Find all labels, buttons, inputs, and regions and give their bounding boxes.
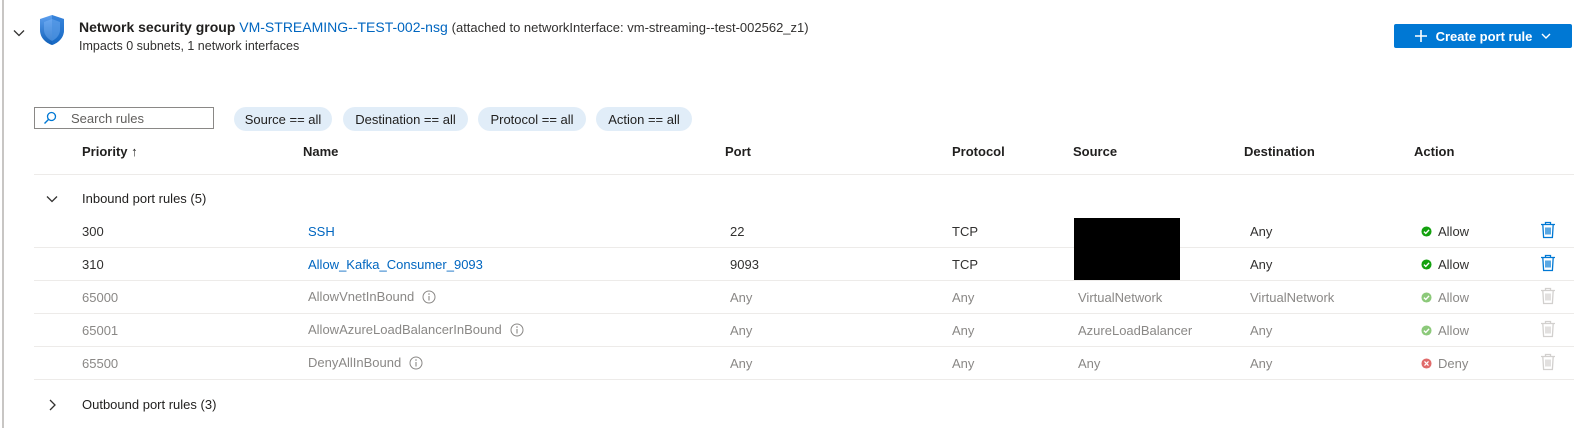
rule-protocol: TCP — [952, 224, 978, 239]
rule-action: Allow — [1421, 257, 1469, 272]
delete-trash-icon-disabled — [1541, 353, 1555, 371]
rule-destination: Any — [1250, 257, 1273, 272]
column-header-name[interactable]: Name — [303, 144, 338, 159]
rule-destination: Any — [1250, 323, 1273, 338]
rule-name-link[interactable]: SSH — [308, 224, 335, 239]
rule-name-label: AllowAzureLoadBalancerInBound — [308, 322, 502, 337]
rule-action-label: Allow — [1438, 290, 1470, 305]
rule-protocol: TCP — [952, 257, 978, 272]
rule-source: AzureLoadBalancer — [1078, 323, 1193, 338]
rule-destination: Any — [1250, 224, 1273, 239]
rule-source: VirtualNetwork — [1078, 290, 1163, 305]
column-header-protocol[interactable]: Protocol — [952, 144, 1005, 159]
rule-protocol: Any — [952, 356, 975, 371]
create-port-rule-button[interactable]: Create port rule — [1394, 24, 1572, 48]
filter-source-pill[interactable]: Source == all — [234, 107, 332, 131]
network-interface-link[interactable]: vm-streaming--test-002562_z1 — [627, 20, 804, 35]
rule-action: Deny — [1421, 356, 1468, 371]
outbound-group-header[interactable]: Outbound port rules (3) — [34, 393, 434, 417]
rule-port: Any — [730, 290, 753, 305]
delete-trash-icon-disabled — [1541, 287, 1555, 305]
table-row[interactable]: 310 Allow_Kafka_Consumer_9093 9093 TCP A… — [0, 248, 1594, 280]
rule-name: DenyAllInBound — [308, 355, 423, 370]
column-header-action[interactable]: Action — [1414, 144, 1454, 159]
rule-destination: Any — [1250, 356, 1273, 371]
nsg-attached-suffix: ) — [804, 20, 809, 35]
rule-name-label: DenyAllInBound — [308, 355, 402, 370]
rule-name-label: AllowVnetInBound — [308, 289, 415, 304]
rule-protocol: Any — [952, 323, 975, 338]
chevron-down-icon — [46, 196, 58, 203]
rule-action: Allow — [1421, 290, 1469, 305]
rule-destination: VirtualNetwork — [1250, 290, 1335, 305]
chevron-down-icon[interactable] — [12, 26, 26, 40]
nsg-name-link[interactable]: VM-STREAMING--TEST-002-nsg — [239, 19, 447, 35]
rule-priority: 65500 — [82, 356, 119, 371]
outbound-group-label: Outbound port rules (3) — [82, 397, 217, 412]
search-rules-input[interactable] — [71, 110, 191, 126]
rule-action-label: Deny — [1438, 356, 1469, 371]
rule-port: Any — [730, 356, 753, 371]
rule-name: AllowVnetInBound — [308, 289, 436, 304]
search-rules-box[interactable] — [34, 107, 214, 129]
rule-action-label: Allow — [1438, 323, 1470, 338]
allow-check-icon — [1421, 325, 1432, 336]
rule-name: AllowAzureLoadBalancerInBound — [308, 322, 524, 337]
column-header-source[interactable]: Source — [1073, 144, 1117, 159]
info-icon[interactable] — [409, 356, 423, 370]
rule-priority: 310 — [82, 257, 104, 272]
sort-ascending-icon: ↑ — [131, 144, 138, 159]
inbound-group-header[interactable]: Inbound port rules (5) — [34, 187, 434, 211]
rule-priority: 65001 — [82, 323, 119, 338]
info-icon[interactable] — [422, 290, 436, 304]
delete-trash-icon[interactable] — [1540, 221, 1556, 239]
column-header-priority[interactable]: Priority ↑ — [82, 144, 138, 159]
nsg-title: Network security group VM-STREAMING--TES… — [79, 19, 809, 35]
shield-icon — [40, 15, 64, 45]
delete-trash-icon[interactable] — [1540, 254, 1556, 272]
column-header-port[interactable]: Port — [725, 144, 751, 159]
priority-header-label: Priority — [82, 144, 128, 159]
rule-priority: 300 — [82, 224, 104, 239]
allow-check-icon — [1421, 292, 1432, 303]
rule-priority: 65000 — [82, 290, 119, 305]
filter-destination-pill[interactable]: Destination == all — [343, 107, 468, 131]
inbound-group-label: Inbound port rules (5) — [82, 191, 207, 206]
rule-port: 9093 — [730, 257, 759, 272]
rule-port: Any — [730, 323, 753, 338]
column-header-destination[interactable]: Destination — [1244, 144, 1315, 159]
chevron-down-icon — [1541, 33, 1551, 39]
allow-check-icon — [1421, 259, 1432, 270]
chevron-right-icon — [49, 399, 56, 411]
allow-check-icon — [1421, 226, 1432, 237]
rule-action: Allow — [1421, 323, 1469, 338]
row-divider — [34, 379, 1574, 380]
info-icon[interactable] — [510, 323, 524, 337]
delete-trash-icon-disabled — [1541, 320, 1555, 338]
rule-action: Allow — [1421, 224, 1469, 239]
rule-port: 22 — [730, 224, 745, 239]
table-row[interactable]: 65000 AllowVnetInBound Any Any VirtualNe… — [0, 281, 1594, 313]
table-row[interactable]: 65001 AllowAzureLoadBalancerInBound Any … — [0, 314, 1594, 346]
search-icon — [44, 111, 57, 124]
table-row[interactable]: 65500 DenyAllInBound Any Any Any Any Den… — [0, 347, 1594, 379]
header-divider — [34, 174, 1574, 175]
table-row[interactable]: 300 SSH 22 TCP Any Allow — [0, 215, 1594, 247]
rule-protocol: Any — [952, 290, 975, 305]
rule-name-link[interactable]: Allow_Kafka_Consumer_9093 — [308, 257, 483, 272]
nsg-attached-prefix: (attached to networkInterface: — [451, 20, 628, 35]
deny-x-icon — [1421, 358, 1432, 369]
rule-action-label: Allow — [1438, 257, 1470, 272]
redacted-source-block — [1074, 218, 1180, 280]
nsg-impacts: Impacts 0 subnets, 1 network interfaces — [79, 39, 300, 53]
plus-icon — [1414, 30, 1427, 42]
filter-protocol-pill[interactable]: Protocol == all — [478, 107, 586, 131]
create-port-rule-label: Create port rule — [1435, 28, 1533, 44]
rule-action-label: Allow — [1438, 224, 1470, 239]
nsg-title-prefix: Network security group — [79, 19, 236, 35]
filter-action-pill[interactable]: Action == all — [596, 107, 692, 131]
rule-source: Any — [1078, 356, 1101, 371]
